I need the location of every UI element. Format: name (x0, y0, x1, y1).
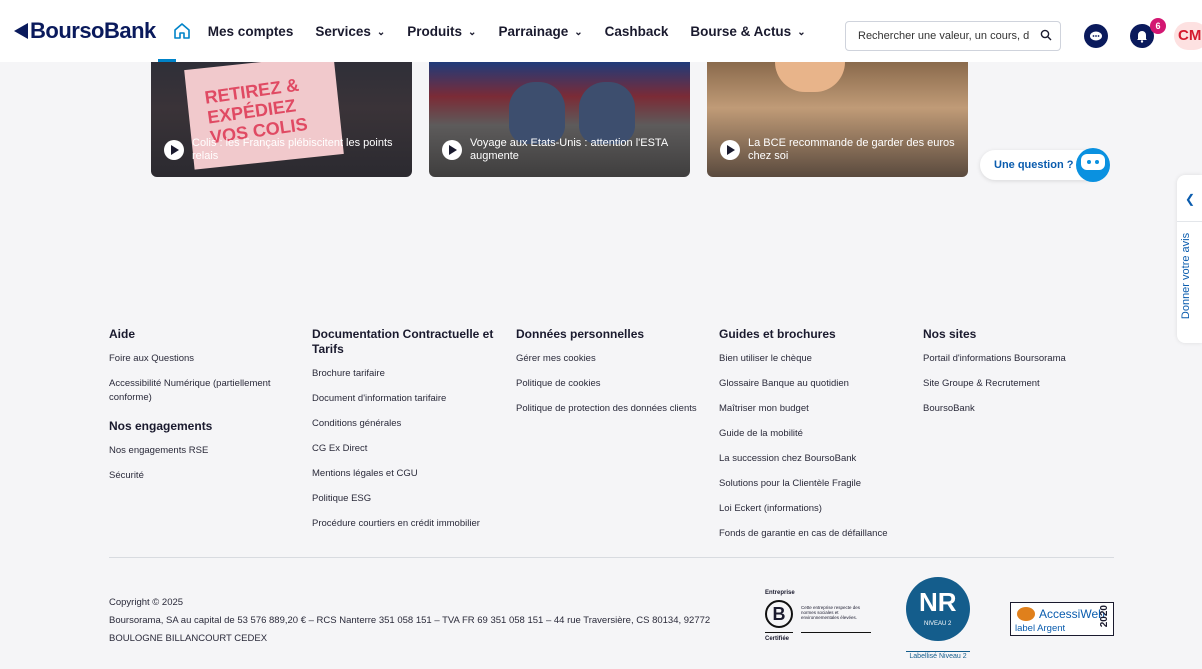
accessiweb-year: 2020 (1099, 605, 1110, 628)
article-card-esta[interactable]: Voyage aux Etats-Unis : attention l'ESTA… (429, 62, 690, 177)
nr-caption: Labellisé Niveau 2 (906, 651, 970, 660)
chevron-down-icon: ⌄ (468, 26, 477, 38)
copyright-text: Copyright © 2025 (109, 597, 184, 608)
article-card-colis[interactable]: RETIREZ & EXPÉDIEZ VOS COLIS Colis : les… (151, 62, 412, 177)
footer-link[interactable]: Site Groupe & Recrutement (923, 377, 1113, 391)
main-nav: Mes comptes Services ⌄ Produits ⌄ Parraina… (208, 24, 828, 39)
home-icon[interactable] (172, 21, 192, 41)
chevron-down-icon: ⌄ (797, 26, 806, 38)
footer-link[interactable]: Glossaire Banque au quotidien (719, 377, 909, 391)
chevron-down-icon: ⌄ (574, 26, 583, 38)
chevron-left-icon[interactable]: ❮ (1185, 192, 1195, 206)
search-input[interactable]: Rechercher une valeur, un cours, d (845, 21, 1061, 51)
nr-label-badge: NR NIVEAU 2 (906, 577, 970, 641)
footer-link[interactable]: Nos engagements RSE (109, 444, 299, 458)
bcorp-top-label: Entreprise (765, 590, 795, 596)
nav-bourse-actus[interactable]: Bourse & Actus ⌄ (690, 24, 805, 39)
footer-link[interactable]: Conditions générales (312, 417, 502, 431)
bcorp-badge: Entreprise B Certifiée Cette entreprise … (765, 590, 875, 645)
search-icon[interactable] (1040, 29, 1052, 41)
chatbot-robot-face (1081, 154, 1105, 170)
footer-link[interactable]: La succession chez BoursoBank (719, 452, 909, 466)
accessiweb-title: AccessiWeb (1039, 607, 1105, 621)
footer-link[interactable]: Document d'information tarifaire (312, 392, 502, 406)
nr-title: NR (919, 587, 957, 617)
card-image-person (775, 62, 845, 92)
footer-link[interactable]: Politique de cookies (516, 377, 706, 391)
footer-link[interactable]: Procédure courtiers en crédit immobilier (312, 517, 502, 531)
nav-mes-comptes[interactable]: Mes comptes (208, 24, 294, 39)
nr-level: NIVEAU 2 (924, 621, 952, 627)
footer-link[interactable]: Politique de protection des données clie… (516, 402, 706, 416)
bcorp-description: Cette entreprise respecte des normes soc… (801, 605, 861, 620)
footer-link[interactable]: Gérer mes cookies (516, 352, 706, 366)
play-icon[interactable] (164, 140, 184, 160)
footer-col-title: Guides et brochures (719, 327, 836, 341)
accessiweb-subtitle: label Argent (1015, 623, 1066, 634)
chat-icon[interactable] (1084, 24, 1108, 48)
footer-link[interactable]: Mentions légales et CGU (312, 467, 502, 481)
logo-text-part2: Bank (104, 18, 156, 43)
search-placeholder: Rechercher une valeur, un cours, d (858, 30, 1030, 42)
footer-link[interactable]: BoursoBank (923, 402, 1113, 416)
footer-col-donnees: Données personnelles Gérer mes cookies P… (516, 327, 706, 427)
bcorp-b-icon: B (765, 600, 793, 628)
footer-link[interactable]: Politique ESG (312, 492, 502, 506)
footer-link[interactable]: Foire aux Questions (109, 352, 299, 366)
article-card-bce[interactable]: La BCE recommande de garder des euros ch… (707, 62, 968, 177)
footer-legal: Copyright © 2025 Boursorama, SA au capit… (109, 594, 749, 648)
footer-col-aide: Aide Foire aux Questions Accessibilité N… (109, 327, 299, 494)
play-icon[interactable] (442, 140, 462, 160)
boursobank-logo[interactable]: Bourso Bank (14, 18, 156, 44)
card-image-shoe (579, 82, 635, 144)
footer-col-title: Documentation Contractuelle et Tarifs (312, 327, 494, 356)
accessiweb-logo-icon (1017, 607, 1035, 621)
notifications-badge: 6 (1150, 18, 1166, 34)
footer-link[interactable]: Accessibilité Numérique (partiellement c… (109, 377, 299, 405)
footer-link[interactable]: Maîtriser mon budget (719, 402, 909, 416)
footer-col-title: Nos sites (923, 327, 977, 341)
feedback-label[interactable]: Donner votre avis (1180, 233, 1192, 319)
divider (765, 632, 793, 633)
footer-col-documentation: Documentation Contractuelle et Tarifs Br… (312, 327, 502, 542)
footer-link[interactable]: Solutions pour la Clientèle Fragile (719, 477, 909, 491)
nav-services[interactable]: Services ⌄ (315, 24, 385, 39)
footer-link[interactable]: Bien utiliser le chèque (719, 352, 909, 366)
card-caption: Voyage aux Etats-Unis : attention l'ESTA… (470, 137, 668, 162)
bcorp-bottom-label: Certifiée (765, 636, 790, 642)
footer-col-title: Données personnelles (516, 327, 645, 341)
nav-cashback[interactable]: Cashback (605, 24, 669, 39)
logo-text-part1: Bourso (30, 18, 105, 43)
divider (801, 632, 871, 633)
chevron-down-icon: ⌄ (376, 26, 386, 38)
footer-col-title: Nos engagements (109, 419, 213, 433)
footer-link[interactable]: Brochure tarifaire (312, 367, 502, 381)
avatar[interactable]: CM (1174, 22, 1202, 50)
card-caption: Colis : les Français plébiscitent les po… (192, 137, 393, 162)
footer-divider (109, 557, 1114, 558)
nav-parrainage[interactable]: Parrainage ⌄ (498, 24, 582, 39)
footer-col-sites: Nos sites Portail d'informations Boursor… (923, 327, 1113, 427)
divider (1177, 221, 1202, 222)
footer-link[interactable]: Sécurité (109, 469, 299, 483)
play-icon[interactable] (720, 140, 740, 160)
footer-col-title: Aide (109, 327, 136, 341)
accessiweb-badge: AccessiWeb label Argent 2020 (1010, 602, 1114, 636)
footer-link[interactable]: Loi Eckert (informations) (719, 502, 909, 516)
footer-link[interactable]: Fonds de garantie en cas de défaillance (719, 527, 909, 541)
footer-col-guides: Guides et brochures Bien utiliser le chè… (719, 327, 909, 552)
home-active-indicator (158, 59, 176, 62)
card-image-shoe (509, 82, 565, 144)
legal-text: Boursorama, SA au capital de 53 576 889,… (109, 615, 711, 644)
footer-link[interactable]: Portail d'informations Boursorama (923, 352, 1113, 366)
footer-link[interactable]: Guide de la mobilité (719, 427, 909, 441)
footer-link[interactable]: CG Ex Direct (312, 442, 502, 456)
feedback-side-tab[interactable]: ❮ Donner votre avis (1177, 175, 1202, 343)
nav-produits[interactable]: Produits ⌄ (407, 24, 476, 39)
logo-arrow-icon (14, 23, 28, 39)
card-caption: La BCE recommande de garder des euros ch… (748, 137, 955, 162)
